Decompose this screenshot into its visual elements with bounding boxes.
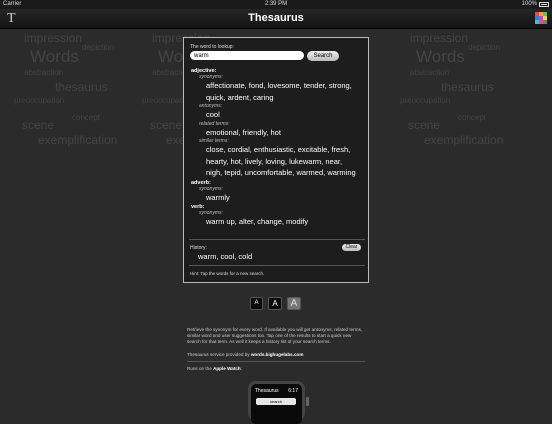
bg-word: depiction [468,43,501,52]
results-list: adjective: synonyms: affectionate, fond, l… [191,67,365,228]
bg-word: thesaurus [441,80,494,94]
grid-cell [543,20,547,24]
bg-word: Words [30,47,79,66]
battery-icon [539,2,549,7]
status-time: 2:39 PM [264,1,288,7]
app-description: Retrieve the synonym for every word. If … [187,327,363,344]
result-words[interactable]: close, cordial, enthusiastic, excitable,… [206,144,365,156]
bg-word: impression [24,31,83,45]
result-words[interactable]: cool [206,109,365,121]
bg-word: exemplification [424,133,504,147]
font-size-small-button[interactable]: A [250,297,263,310]
bg-word: abstraction [410,68,450,77]
bg-word: exemplification [38,133,118,147]
battery-percent: 100% [521,1,537,7]
bg-word: scene [408,118,441,132]
lookup-input[interactable] [190,51,304,60]
apple-watch-preview: Thesaurus 6:17 search [248,381,305,424]
watch-screen: Thesaurus 6:17 search [251,384,302,424]
bg-word: impression [410,31,469,45]
navigation-bar: T Thesaurus [0,9,552,29]
bg-word: preoccupation [400,96,451,105]
bg-word: thesaurus [55,80,108,94]
watch-search-button: search [256,398,296,405]
result-words[interactable]: nigh, tepid, uncomfortable, warmed, warm… [206,167,365,179]
bg-word: concept [458,113,487,122]
battery-indicator: 100% [522,0,549,9]
service-credit-prefix: Thesaurus service provided by [187,352,251,357]
color-grid-icon[interactable] [535,12,547,24]
result-words[interactable]: affectionate, fond, lovesome, tender, st… [206,80,365,92]
bg-word: depiction [82,43,115,52]
hint-text: Hint: Tap the words for a new search. [190,271,265,276]
watch-crown-icon [306,397,309,406]
bg-word: concept [72,113,101,122]
bg-word: Words [416,47,465,66]
search-button[interactable]: Search [307,51,339,61]
divider [189,239,365,240]
service-credit: Thesaurus service provided by words.bigh… [187,352,303,357]
history-label: History: [190,245,207,251]
bg-word: scene [22,118,55,132]
divider [187,361,365,362]
watch-note-prefix: Runs on the [187,366,214,371]
result-words[interactable]: warm up, alter, change, modify [206,216,365,228]
result-words[interactable]: warmly [206,192,365,204]
lookup-label: The word to lookup: [190,44,234,50]
service-link[interactable]: words.bighugelabs.com [251,352,304,357]
font-size-medium-button[interactable]: A [268,297,282,310]
divider [189,265,365,266]
watch-note-suffix: : [240,366,242,371]
result-words[interactable]: quick, ardent, caring [206,92,365,104]
status-bar: Carrier 2:39 PM 100% [0,0,552,9]
result-words[interactable]: hearty, hot, lively, loving, lukewarm, n… [206,156,365,168]
page-title: Thesaurus [248,12,304,24]
watch-note: Runs on the Apple Watch: [187,366,242,371]
lookup-panel: The word to lookup: Search adjective:syn… [183,37,369,283]
bg-word: preoccupation [14,96,65,105]
bg-word: abstraction [24,68,64,77]
watch-time: 6:17 [288,388,298,394]
font-size-large-button[interactable]: A [287,297,301,310]
watch-app-title: Thesaurus [255,388,279,394]
history-words[interactable]: warm, cool, cold [198,252,252,261]
bg-word: scene [150,118,183,132]
watch-note-bold: Apple Watch [213,366,241,371]
clear-history-button[interactable]: Clear [342,244,361,251]
result-words[interactable]: emotional, friendly, hot [206,127,365,139]
